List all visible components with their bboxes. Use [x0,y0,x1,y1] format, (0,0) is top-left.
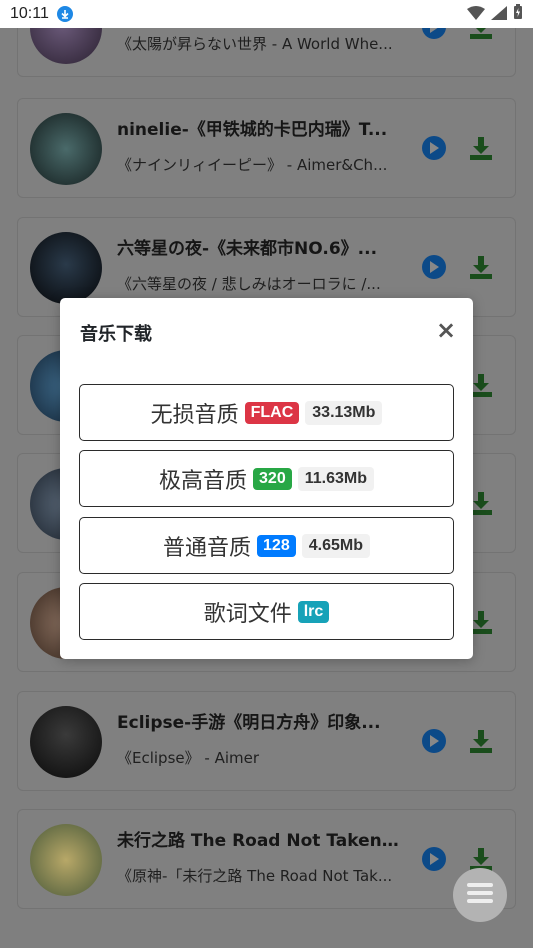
option-label: 无损音质 [150,402,239,428]
quality-badge: 128 [257,534,296,557]
signal-icon [491,5,507,24]
modal-title: 音乐下载 [80,324,152,345]
download-option-lyrics[interactable]: 歌词文件 lrc [79,583,454,640]
close-icon[interactable]: × [432,316,460,344]
download-modal: 音乐下载 × 无损音质 FLAC 33.13Mb 极高音质 320 11.63M… [60,298,473,659]
download-option-128[interactable]: 普通音质 128 4.65Mb [79,517,454,574]
quality-badge: FLAC [244,401,300,424]
file-size: 33.13Mb [305,400,383,425]
menu-fab[interactable] [453,868,507,922]
option-label: 极高音质 [159,468,248,494]
file-size: 4.65Mb [301,533,370,558]
quality-badge: lrc [297,600,330,623]
wifi-icon [467,5,485,24]
download-option-320[interactable]: 极高音质 320 11.63Mb [79,450,454,507]
file-size: 11.63Mb [297,466,374,491]
option-label: 普通音质 [163,535,252,561]
status-time: 10:11 [10,5,49,22]
quality-badge: 320 [253,467,292,490]
download-option-flac[interactable]: 无损音质 FLAC 33.13Mb [79,384,454,441]
option-label: 歌词文件 [203,601,292,627]
battery-icon [513,4,523,24]
download-notification-icon [56,6,73,22]
menu-icon [467,882,493,908]
status-bar: 10:11 [0,0,533,28]
